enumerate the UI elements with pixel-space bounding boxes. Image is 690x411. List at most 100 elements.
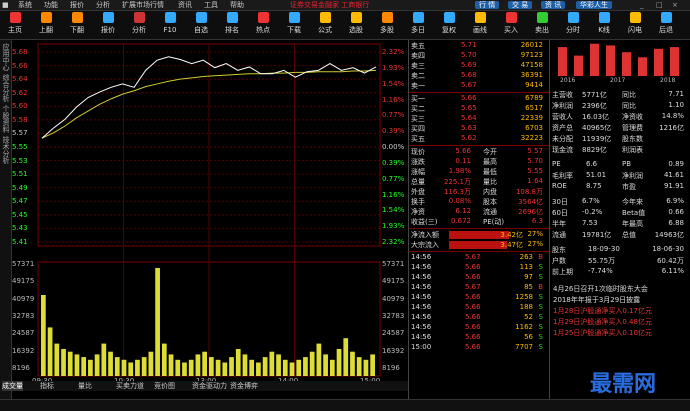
- quote-panel: 卖五 5.71 26012 卖四 5.70 97123 卖三 5.69 47158 卖二 5.68 3…: [408, 40, 549, 410]
- holder-value: 60.42万: [656, 257, 684, 265]
- volume-bar: [108, 351, 113, 376]
- change-label: Beta值: [622, 209, 646, 217]
- change-value: 6.7%: [582, 197, 600, 205]
- intraday-chart-svg[interactable]: [12, 40, 408, 380]
- toolbar-button-2[interactable]: 下翻: [66, 12, 88, 38]
- tick-time: 14:56: [411, 283, 432, 291]
- toolbar-button-6[interactable]: 自选: [190, 12, 212, 38]
- toolbar-button-14[interactable]: 复权: [438, 12, 460, 38]
- toolbar-button-label: 下翻: [70, 26, 84, 34]
- indicator-tab-3[interactable]: 买卖力道: [116, 381, 144, 391]
- toolbar-button-label: 分析: [132, 26, 146, 34]
- stat-value: 6.3: [531, 217, 543, 225]
- toolbar-button-12[interactable]: 多股: [376, 12, 398, 38]
- toolbar-button-5[interactable]: F10: [159, 12, 181, 38]
- toolbar-button-8[interactable]: 热点: [252, 12, 274, 38]
- toolbar-button-0[interactable]: 主页: [4, 12, 26, 38]
- status-bar: [0, 399, 690, 411]
- bid-row: 买一 5.66 6789: [411, 94, 547, 104]
- toolbar-button-17[interactable]: 卖出: [531, 12, 553, 38]
- indicator-tab-0[interactable]: 成交量: [2, 381, 23, 391]
- toolbar-button-13[interactable]: 多日: [407, 12, 429, 38]
- fin-value: 1216亿: [659, 124, 684, 132]
- indicator-tab-2[interactable]: 量比: [78, 381, 92, 391]
- menu-item-analysis[interactable]: 分析: [96, 0, 110, 10]
- left-tab-analysis[interactable]: 综合分析: [1, 74, 10, 102]
- year-label: 2018: [660, 77, 676, 84]
- menu-item-news[interactable]: 资讯: [178, 0, 192, 10]
- menu-item-tools[interactable]: 工具: [204, 0, 218, 10]
- tick-row: 15:00 5.66 7707 S: [411, 343, 547, 353]
- stat-label: 换手: [411, 198, 425, 206]
- stat-value: 5.57: [527, 147, 543, 155]
- toolbar-button-9[interactable]: 下载: [283, 12, 305, 38]
- news-item[interactable]: 4月26日召开1次临时股东大会: [553, 284, 648, 294]
- order-level-label: 买三: [411, 115, 425, 123]
- news-item[interactable]: 2018年年报于3月29日披露: [553, 295, 640, 305]
- volume-bar: [81, 357, 87, 376]
- volume-bar: [54, 343, 60, 376]
- top-tab-trade[interactable]: 交 易: [508, 1, 533, 9]
- indicator-tab-5[interactable]: 资金驱动力: [192, 381, 227, 391]
- top-tab-life[interactable]: 华彩人生: [576, 1, 612, 9]
- top-tab-market[interactable]: 行 情: [475, 1, 500, 9]
- minimize-icon[interactable]: _: [640, 0, 644, 10]
- tick-price: 5.66: [465, 273, 481, 281]
- maximize-icon[interactable]: □: [656, 0, 663, 10]
- volume-bar: [329, 359, 335, 376]
- menu-item-ext-market[interactable]: 扩展市场行情: [122, 0, 164, 10]
- ask-price: 5.68: [461, 71, 477, 79]
- news-item[interactable]: 1月28日沪股通净买入0.17亿元: [553, 306, 652, 316]
- stat-value: 108.8万: [515, 188, 543, 196]
- indicator-tab-4[interactable]: 竞价图: [154, 381, 175, 391]
- menu-item-system[interactable]: 系统: [18, 0, 32, 10]
- toolbar-button-19[interactable]: K线: [593, 12, 615, 38]
- indicator-tab-6[interactable]: 资金博弈: [230, 381, 258, 391]
- restore-icon: [443, 12, 455, 23]
- toolbar-button-11[interactable]: 选股: [345, 12, 367, 38]
- toolbar-button-10[interactable]: 公式: [314, 12, 336, 38]
- volume-axis-label: 16392: [12, 346, 35, 355]
- toolbar-button-3[interactable]: 报价: [97, 12, 119, 38]
- close-icon[interactable]: ×: [672, 0, 678, 10]
- toolbar-button-21[interactable]: 后退: [655, 12, 677, 38]
- volume-axis-label: 40979: [12, 294, 35, 303]
- toolbar-button-18[interactable]: 分时: [562, 12, 584, 38]
- ratio-value: 91.91: [663, 182, 684, 190]
- percent-axis-label: 0.77%: [382, 174, 405, 183]
- toolbar-button-4[interactable]: 分析: [128, 12, 150, 38]
- toolbar-button-15[interactable]: 画线: [469, 12, 491, 38]
- news-item[interactable]: 1月29日沪股通净买入0.48亿元: [553, 317, 652, 327]
- f10-icon: [164, 12, 176, 23]
- stat-row: 涨跌 0.11 最高 5.70: [411, 157, 547, 167]
- volume-bar: [202, 351, 207, 376]
- toolbar-button-label: 自选: [194, 26, 208, 34]
- volume-bar: [74, 354, 80, 376]
- stat-value: 1.98%: [448, 167, 471, 175]
- left-tab-app-center[interactable]: 应用中心: [1, 43, 10, 71]
- toolbar-button-16[interactable]: 买入: [500, 12, 522, 38]
- toolbar-button-7[interactable]: 排名: [221, 12, 243, 38]
- left-tab-profile[interactable]: 个股资料: [1, 105, 10, 133]
- intraday-chart[interactable]: 5.68 5.66 5.64 5.62 5.60 5.58 5.57 5.55 5.53 5.51…: [12, 40, 408, 406]
- fundamentals-row: 股东 18-09-30 18-06-30: [552, 245, 688, 255]
- top-tab-news[interactable]: 资 讯: [541, 1, 566, 9]
- toolbar-button-1[interactable]: 上翻: [35, 12, 57, 38]
- percent-axis-label: 1.54%: [382, 79, 405, 88]
- arrow-down-icon: [71, 12, 83, 23]
- menu-item-function[interactable]: 功能: [44, 0, 58, 10]
- news-item[interactable]: 1月25日沪股通净买入0.10亿元: [553, 328, 652, 338]
- tick-side: S: [538, 323, 543, 331]
- volume-bar: [269, 351, 275, 376]
- toolbar-button-label: 分时: [566, 26, 580, 34]
- indicator-tab-1[interactable]: 指标: [40, 381, 54, 391]
- toolbar-button-20[interactable]: 闪电: [624, 12, 646, 38]
- fin-label: 净利润: [552, 102, 573, 110]
- left-tab-technical[interactable]: 技术分析: [1, 136, 10, 164]
- menu-item-help[interactable]: 帮助: [230, 0, 244, 10]
- tick-row: 14:56 5.66 56 S: [411, 333, 547, 343]
- menu-item-quote[interactable]: 报价: [70, 0, 84, 10]
- bid-price: 5.64: [461, 114, 477, 122]
- holder-label: 股东: [552, 246, 566, 254]
- bid-volume: 22339: [520, 114, 543, 122]
